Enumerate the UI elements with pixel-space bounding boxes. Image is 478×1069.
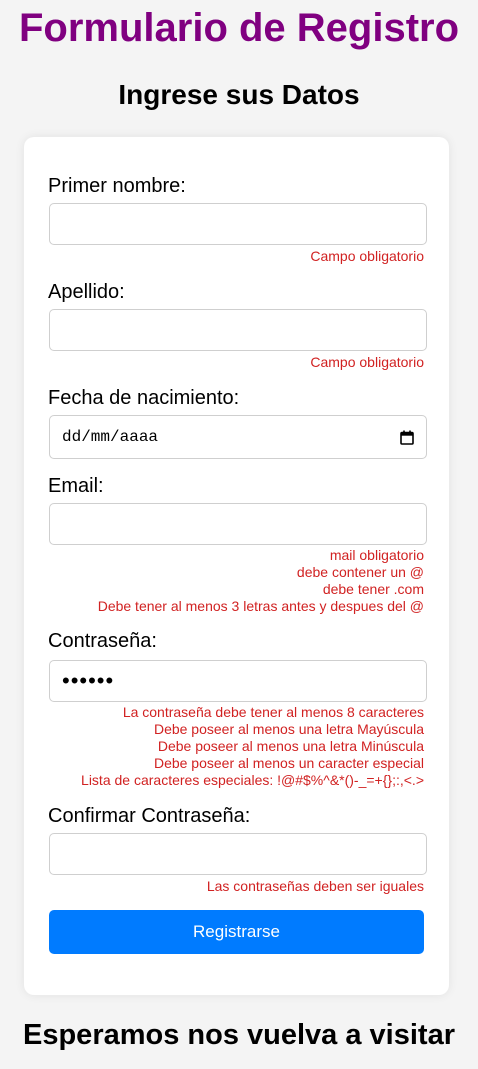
password-input[interactable]: •••••• xyxy=(49,660,427,702)
first-name-input[interactable] xyxy=(49,203,427,245)
password-masked-value: •••••• xyxy=(62,668,115,693)
confirm-password-error: Las contraseñas deben ser iguales xyxy=(206,878,424,894)
last-name-input[interactable] xyxy=(49,309,427,351)
calendar-icon[interactable] xyxy=(400,430,414,445)
last-name-errors: Campo obligatorio xyxy=(48,354,424,371)
password-label: Contraseña: xyxy=(48,630,157,652)
form-subtitle: Ingrese sus Datos xyxy=(118,79,360,110)
email-error: debe tener .com xyxy=(322,581,424,597)
first-name-error: Campo obligatorio xyxy=(310,248,424,264)
birth-date-input[interactable]: dd/mm/aaaa xyxy=(49,415,427,459)
registration-form: Primer nombre: Campo obligatorio Apellid… xyxy=(24,137,449,995)
confirm-password-label: Confirmar Contraseña: xyxy=(48,805,251,827)
registration-page: Formulario de Registro Ingrese sus Datos… xyxy=(0,0,478,1069)
confirm-password-errors: Las contraseñas deben ser iguales xyxy=(48,878,424,895)
register-button[interactable]: Registrarse xyxy=(49,910,424,954)
email-error: debe contener un @ xyxy=(296,564,424,580)
page-title: Formulario de Registro xyxy=(18,6,460,50)
email-input[interactable] xyxy=(49,503,427,545)
birth-date-placeholder: dd/mm/aaaa xyxy=(62,428,159,446)
password-errors: La contraseña debe tener al menos 8 cara… xyxy=(48,704,424,789)
last-name-error: Campo obligatorio xyxy=(310,354,424,370)
password-error: La contraseña debe tener al menos 8 cara… xyxy=(122,704,424,720)
password-error: Debe poseer al menos una letra Minúscula xyxy=(157,738,424,754)
email-error: mail obligatorio xyxy=(329,547,424,563)
email-error: Debe tener al menos 3 letras antes y des… xyxy=(97,598,424,614)
password-error: Debe poseer al menos una letra Mayúscula xyxy=(153,721,424,737)
birth-date-label: Fecha de nacimiento: xyxy=(48,387,240,409)
password-error: Lista de caracteres especiales: !@#$%^&*… xyxy=(81,772,424,788)
password-error: Debe poseer al menos un caracter especia… xyxy=(153,755,424,771)
footer-message: Esperamos nos vuelva a visitar xyxy=(23,1019,455,1051)
last-name-label: Apellido: xyxy=(48,281,125,303)
confirm-password-input[interactable] xyxy=(49,833,427,875)
email-label: Email: xyxy=(48,475,104,497)
first-name-label: Primer nombre: xyxy=(48,175,186,197)
email-errors: mail obligatorio debe contener un @ debe… xyxy=(48,547,424,615)
first-name-errors: Campo obligatorio xyxy=(48,248,424,265)
